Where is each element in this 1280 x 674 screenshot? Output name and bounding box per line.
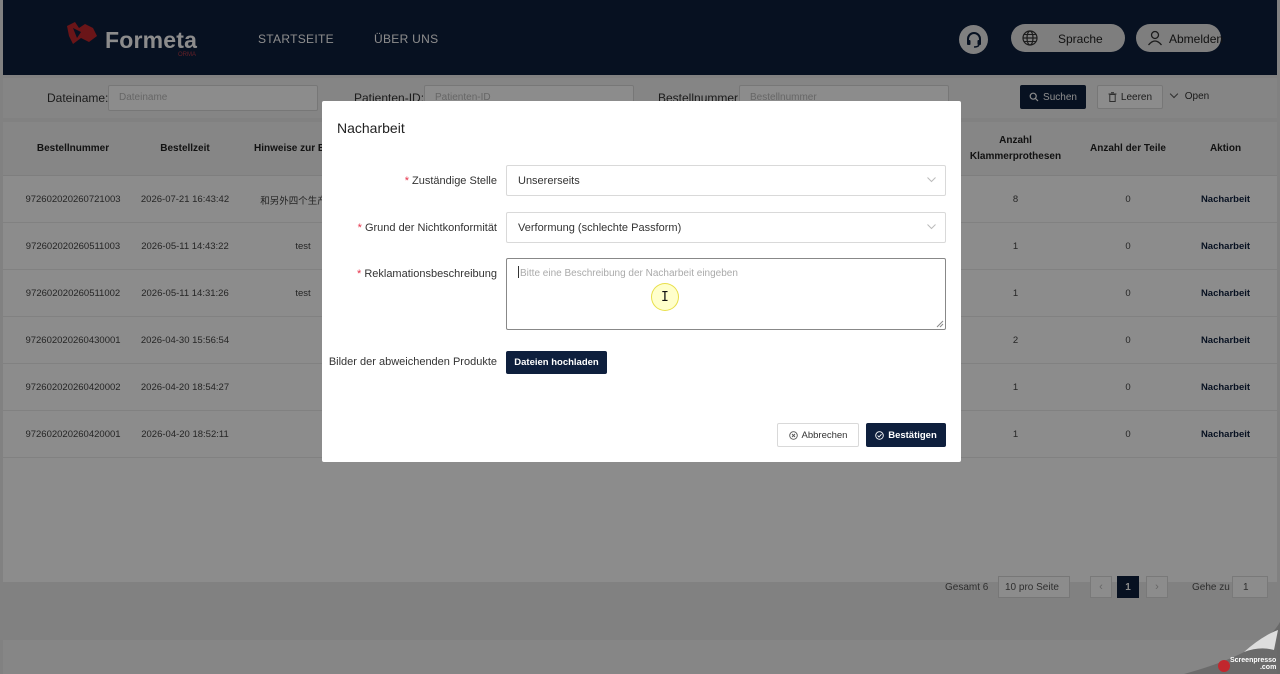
text-caret: [518, 266, 519, 278]
nacharbeit-dialog: Nacharbeit * Zuständige Stelle Unserersei…: [322, 101, 961, 462]
reason-value: Verformung (schlechte Passform): [518, 222, 682, 234]
chevron-down-icon: [927, 177, 936, 183]
responsible-label: * Zuständige Stelle: [404, 175, 497, 187]
resize-grip-icon[interactable]: [936, 320, 944, 328]
confirm-label: Bestätigen: [888, 429, 937, 441]
required-marker: *: [404, 175, 409, 187]
text-cursor-icon: I: [661, 290, 669, 305]
description-label: * Reklamationsbeschreibung: [357, 268, 497, 280]
cancel-button[interactable]: Abbrechen: [777, 423, 859, 447]
cancel-circle-icon: [788, 430, 798, 440]
required-marker: *: [357, 268, 362, 280]
screenpresso-watermark-text: Screenpresso .com: [1230, 657, 1277, 671]
required-marker: *: [357, 222, 362, 234]
chevron-down-icon: [927, 224, 936, 230]
confirm-button[interactable]: Bestätigen: [866, 423, 946, 447]
description-textarea[interactable]: Bitte eine Beschreibung der Nacharbeit e…: [506, 258, 946, 330]
reason-label: * Grund der Nichtkonformität: [357, 222, 497, 234]
description-placeholder: Bitte eine Beschreibung der Nacharbeit e…: [520, 268, 738, 279]
images-label: Bilder der abweichenden Produkte: [328, 356, 497, 368]
dialog-title: Nacharbeit: [337, 120, 405, 136]
check-circle-icon: [875, 430, 884, 440]
cancel-label: Abbrechen: [801, 429, 848, 441]
upload-files-button[interactable]: Dateien hochladen: [506, 351, 607, 374]
responsible-value: Unsererseits: [518, 175, 580, 187]
responsible-select[interactable]: Unsererseits: [506, 165, 946, 196]
reason-select[interactable]: Verformung (schlechte Passform): [506, 212, 946, 243]
